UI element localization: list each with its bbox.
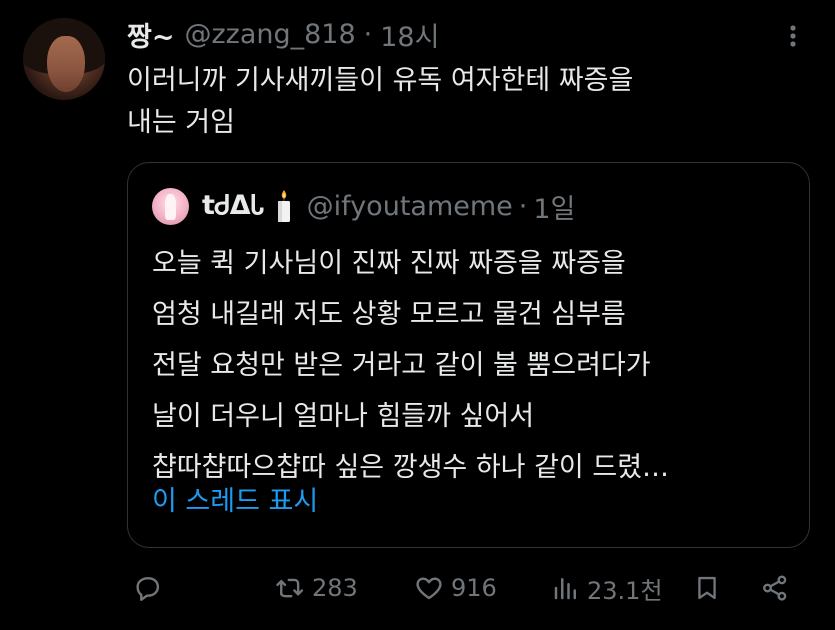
retweet-button[interactable]: 283 [274,566,358,610]
tweet-text: 이러니까 기사새끼들이 유독 여자한테 짜증을 내는 거임 [127,65,634,138]
quoted-tweet-header: tᏧᐃᏓ @ifyoutameme · 1일 [202,185,575,227]
more-options-icon[interactable] [781,21,805,51]
quoted-header-separator: · [518,190,528,222]
avatar-face [47,36,85,92]
header-separator: · [363,18,373,50]
quoted-tweet-text: 오늘 퀵 기사님이 진짜 진짜 짜증을 짜증을 엄청 내길래 저도 상황 모르고… [152,248,670,483]
author-avatar[interactable] [23,18,105,100]
author-handle[interactable]: @zzang_818 [184,19,355,50]
action-bar: 283 916 23.1천 [0,566,835,610]
views-count: 23.1천 [587,576,663,605]
like-count: 916 [451,574,497,602]
heart-icon [413,573,445,603]
share-button[interactable] [760,566,790,610]
candle-icon [275,189,293,223]
tweet-timestamp[interactable]: 18시 [380,15,439,54]
quoted-author-handle[interactable]: @ifyoutameme [307,191,513,222]
bookmark-button[interactable] [693,566,721,610]
views-button[interactable]: 23.1천 [551,566,663,610]
bookmark-icon [693,573,721,603]
quoted-tweet-timestamp[interactable]: 1일 [533,187,575,226]
author-display-name[interactable]: 짱~ [127,15,174,54]
retweet-icon [274,573,306,603]
retweet-count: 283 [312,574,358,602]
like-button[interactable]: 916 [413,566,497,610]
share-icon [760,573,790,603]
show-thread-link[interactable]: 이 스레드 표시 [152,481,318,523]
reply-icon [132,573,162,603]
reply-button[interactable] [132,566,162,610]
quoted-author-display-name[interactable]: tᏧᐃᏓ [202,190,265,222]
quoted-author-avatar[interactable] [152,188,189,225]
tweet-header: 짱~ @zzang_818 · 18시 [127,14,439,54]
views-icon [551,573,581,603]
quoted-tweet-card[interactable]: tᏧᐃᏓ @ifyoutameme · 1일 오늘 퀵 기사님이 진짜 진짜 짜… [127,162,810,548]
quoted-avatar-figure [165,194,176,220]
